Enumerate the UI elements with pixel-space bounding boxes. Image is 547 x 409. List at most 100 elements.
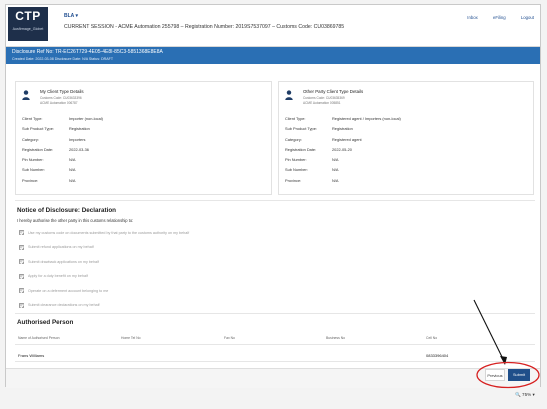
- detail-row: Sub Number: N/A: [285, 165, 525, 175]
- detail-key: Category:: [22, 136, 39, 142]
- declaration-item-label: Submit drawback applications on my behal…: [28, 259, 99, 264]
- detail-row: Sub Product Type: Registration: [22, 124, 262, 134]
- detail-value: Registration: [332, 126, 353, 132]
- detail-value: N/A: [69, 177, 76, 183]
- person-icon: [285, 90, 293, 100]
- declaration-intro: I hereby authorise the other party in th…: [17, 218, 134, 223]
- logout-link[interactable]: Logout: [521, 15, 534, 20]
- table-row: [15, 344, 535, 362]
- disclosure-banner: Disclosure Ref No: TR-EC26T729-4E05-4E8I…: [6, 47, 540, 64]
- app-window: CTP Ausfirmage_Globet BLA ▾ CURRENT SESS…: [5, 4, 541, 388]
- top-links: Inbox eFiling Logout: [453, 15, 534, 20]
- detail-row: Registration Date: 2022-05-20: [285, 145, 525, 155]
- detail-key: Category:: [285, 136, 302, 142]
- declaration-item-label: Operate on a deferment account belonging…: [28, 288, 109, 293]
- detail-key: Sub Product Type:: [22, 126, 54, 132]
- authorised-person-title: Authorised Person: [17, 319, 74, 326]
- detail-key: Province:: [285, 177, 302, 183]
- user-menu[interactable]: BLA ▾: [64, 13, 78, 19]
- declaration-title: Notice of Disclosure: Declaration: [17, 207, 117, 214]
- detail-key: Sub Product Type:: [285, 126, 317, 132]
- column-header-business: Business No: [326, 336, 346, 340]
- detail-row: Registration Date: 2022-03-36: [22, 145, 262, 155]
- detail-value: 2022-05-20: [332, 146, 352, 152]
- detail-row: Sub Number: N/A: [22, 165, 262, 175]
- inbox-link[interactable]: Inbox: [467, 15, 478, 20]
- disclosure-meta: Created Date: 2022-03-08 Disclosure Date…: [12, 56, 114, 61]
- divider: [15, 313, 535, 314]
- detail-value: N/A: [69, 167, 76, 173]
- detail-row: Pin Number: N/A: [22, 155, 262, 165]
- declaration-item-label: Submit refund applications on my behalf: [28, 245, 94, 249]
- checkbox[interactable]: [19, 259, 24, 264]
- other-party-panel: Other Party Client Type Details Customs …: [278, 81, 534, 195]
- cell-name: Frans Williams: [18, 353, 45, 358]
- checkbox[interactable]: [19, 230, 24, 235]
- detail-row: Category: Registered agent: [285, 135, 525, 145]
- other-party-header: Other Party Client Type Details Customs …: [285, 86, 485, 108]
- detail-row: Client Type: Importer (non-local): [22, 114, 262, 124]
- my-client-customs-code: Customs Code: CU03633396: [40, 96, 82, 100]
- detail-row: Client Type: Registered agent / Importers…: [285, 114, 525, 124]
- session-info: CURRENT SESSION - ACME Automation 255798…: [64, 24, 345, 30]
- zoom-level[interactable]: 🔍 75% ▾: [515, 392, 535, 398]
- detail-row: Category: Importers: [22, 135, 262, 145]
- other-party-name: ACME Automation 005851: [303, 101, 341, 105]
- detail-row: Province: N/A: [22, 176, 262, 186]
- my-client-title: My Client Type Details: [40, 89, 84, 94]
- checkbox[interactable]: [19, 288, 24, 293]
- detail-key: Pin Number:: [22, 157, 44, 163]
- checkbox[interactable]: [19, 302, 24, 308]
- my-client-name: ACME Automation 006787: [40, 101, 78, 105]
- detail-key: Client Type:: [22, 116, 43, 121]
- submit-button[interactable]: Submit: [508, 369, 530, 381]
- detail-value: N/A: [69, 157, 76, 163]
- checkbox[interactable]: [19, 244, 24, 250]
- ctp-logo[interactable]: CTP Ausfirmage_Globet: [8, 7, 48, 41]
- detail-key: Registration Date:: [285, 146, 317, 152]
- detail-row: Pin Number: N/A: [285, 155, 525, 165]
- disclosure-ref: Disclosure Ref No: TR-EC26T729-4E05-4E8I…: [12, 49, 163, 55]
- chevron-down-icon: ▾: [532, 392, 535, 397]
- detail-row: Province: N/A: [285, 176, 525, 186]
- divider: [15, 200, 535, 201]
- zoom-value: 75%: [522, 392, 532, 397]
- person-icon: [22, 90, 30, 100]
- column-header-home-tel: Home Tel No: [121, 336, 141, 340]
- detail-key: Pin Number:: [285, 157, 307, 163]
- detail-key: Sub Number:: [22, 167, 45, 173]
- my-client-details: Client Type: Importer (non-local) Sub Pro…: [22, 114, 262, 186]
- footer-bar: [6, 368, 540, 388]
- detail-key: Registration Date:: [22, 146, 54, 152]
- detail-value: Registered agent: [332, 136, 362, 142]
- detail-row: Sub Product Type: Registration: [285, 124, 525, 134]
- detail-value: N/A: [332, 167, 339, 173]
- cell-cell-no: 0833396404: [426, 353, 449, 358]
- other-party-customs-code: Customs Code: CU03635369: [303, 96, 345, 100]
- other-party-title: Other Party Client Type Details: [303, 89, 364, 94]
- my-client-header: My Client Type Details Customs Code: CU0…: [22, 86, 222, 108]
- declaration-item-label: Apply for a duty benefit on my behalf: [28, 274, 88, 278]
- detail-value: N/A: [332, 157, 339, 163]
- column-header-fax: Fax No: [224, 336, 235, 340]
- detail-value: 2022-03-36: [69, 146, 89, 152]
- user-menu-label: BLA: [64, 13, 75, 19]
- detail-value: Registered agent / Importers (non-local): [332, 116, 401, 121]
- detail-value: N/A: [332, 177, 339, 183]
- zoom-icon: 🔍: [515, 392, 521, 397]
- previous-button[interactable]: Previous: [485, 369, 505, 381]
- efiling-link[interactable]: eFiling: [493, 15, 506, 20]
- detail-key: Sub Number:: [285, 167, 308, 173]
- logo-text: CTP: [15, 9, 41, 23]
- detail-key: Client Type:: [285, 116, 306, 121]
- detail-value: Registration: [69, 126, 90, 132]
- declaration-item-label: Submit clearance declarations on my beha…: [28, 303, 100, 307]
- column-header-cell: Cell No: [426, 336, 438, 340]
- column-header-name: Name of Authorised Person: [18, 336, 60, 340]
- top-bar: CTP Ausfirmage_Globet BLA ▾ CURRENT SESS…: [6, 5, 540, 47]
- logo-subtext: Ausfirmage_Globet: [12, 27, 44, 31]
- checkbox[interactable]: [19, 273, 24, 279]
- my-client-panel: My Client Type Details Customs Code: CU0…: [15, 81, 272, 195]
- declaration-item-label: Use my customs code on documents submitt…: [28, 230, 190, 235]
- detail-value: Importer (non-local): [69, 116, 103, 121]
